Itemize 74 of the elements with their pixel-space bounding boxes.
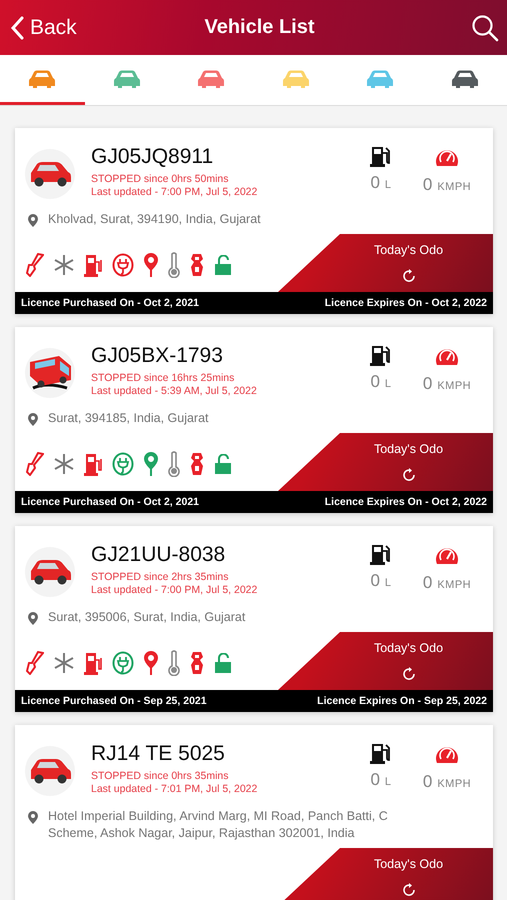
speed-unit: KMPH xyxy=(437,579,472,591)
location-pin-icon xyxy=(28,413,38,426)
vehicle-card[interactable] xyxy=(15,128,493,314)
address-text: Hotel Imperial Building, Arvind Marg, MI Road, Panch Batti, C Scheme, Ashok Nagar, Jaipur, Rajasthan 302001, India xyxy=(48,808,389,842)
vehicle-plate: RJ14 TE 5025 xyxy=(91,742,226,766)
licence-expires-text: Licence Expires On - Oct 2, 2022 xyxy=(324,496,487,508)
car-icon xyxy=(28,756,72,786)
location-pin-icon xyxy=(28,214,38,227)
last-updated-text: Last updated - 7:01 PM, Jul 5, 2022 xyxy=(91,783,258,796)
fuel-unit: L xyxy=(384,378,392,390)
back-chevron-icon xyxy=(10,16,24,40)
status-text: STOPPED since 16hrs 25mins xyxy=(91,372,236,385)
fuel-value: 0 xyxy=(370,372,380,392)
licence-purchased-text: Licence Purchased On - Oct 2, 2021 xyxy=(21,297,199,309)
refresh-icon[interactable] xyxy=(402,667,416,681)
car-icon xyxy=(450,68,480,88)
car-icon xyxy=(28,557,72,587)
todays-odo-panel[interactable]: Today's Odo xyxy=(278,234,493,292)
last-updated-text: Last updated - 7:00 PM, Jul 5, 2022 xyxy=(91,186,258,199)
fuel-value: 0 xyxy=(370,770,380,790)
licence-purchased-text: Licence Purchased On - Oct 2, 2021 xyxy=(21,496,199,508)
back-button[interactable]: Back xyxy=(10,16,110,40)
speed-unit: KMPH xyxy=(437,778,472,790)
speed-unit: KMPH xyxy=(437,181,472,193)
last-updated-text: Last updated - 7:00 PM, Jul 5, 2022 xyxy=(91,584,258,597)
speed-unit: KMPH xyxy=(437,380,472,392)
speed-value: 0 xyxy=(422,573,432,593)
car-icon xyxy=(112,68,142,88)
fuel-value: 0 xyxy=(370,571,380,591)
todays-odo-label: Today's Odo xyxy=(374,243,444,257)
speed-value: 0 xyxy=(422,374,432,394)
address-text: Kholvad, Surat, 394190, India, Gujarat xyxy=(48,211,261,228)
status-text: STOPPED since 2hrs 35mins xyxy=(91,571,230,584)
fuel-unit: L xyxy=(384,776,392,788)
licence-purchased-text: Licence Purchased On - Sep 25, 2021 xyxy=(21,695,207,707)
fuel-unit: L xyxy=(384,179,392,191)
todays-odo-label: Today's Odo xyxy=(374,641,444,655)
speed-value: 0 xyxy=(422,175,432,195)
fuel-pump-icon xyxy=(370,742,392,764)
vehicle-card[interactable] xyxy=(15,725,493,900)
vehicle-plate: GJ05JQ8911 xyxy=(91,145,214,169)
licence-expires-text: Licence Expires On - Sep 25, 2022 xyxy=(317,695,487,707)
car-icon xyxy=(27,68,58,88)
last-updated-text: Last updated - 5:39 AM, Jul 5, 2022 xyxy=(91,385,258,398)
car-icon xyxy=(28,159,72,189)
car-icon xyxy=(196,68,226,88)
address-text: Surat, 395006, Surat, India, Gujarat xyxy=(48,609,246,626)
licence-expires-text: Licence Expires On - Oct 2, 2022 xyxy=(324,297,487,309)
car-icon xyxy=(280,68,311,88)
todays-odo-label: Today's Odo xyxy=(374,442,444,456)
speed-value: 0 xyxy=(422,772,432,792)
status-text: STOPPED since 0hrs 50mins xyxy=(91,173,230,186)
location-pin-icon xyxy=(28,811,38,824)
search-icon[interactable] xyxy=(471,14,499,42)
vehicle-card[interactable] xyxy=(15,526,493,712)
fuel-value: 0 xyxy=(370,173,380,193)
vehicle-plate: GJ21UU-8038 xyxy=(91,543,226,567)
page-title: Vehicle List xyxy=(204,16,315,39)
fuel-pump-icon xyxy=(370,344,392,366)
vehicle-plate: GJ05BX-1793 xyxy=(91,344,224,368)
fuel-pump-icon xyxy=(370,543,392,565)
refresh-icon[interactable] xyxy=(402,269,416,283)
car-icon xyxy=(365,68,396,88)
refresh-icon[interactable] xyxy=(402,883,416,897)
todays-odo-label: Today's Odo xyxy=(374,857,444,871)
vehicle-card[interactable]: GJ05BX-1793 STOPPED since 16hrs 25mins Last updated - 5:39 AM, Jul 5, 2022 0 L 0 KMPH Surat, 394185, India, Gujarat Today's Odo Licence Purchased On - Oct 2, 2021 Licence Expires On - Oct 2, 2022 xyxy=(15,327,493,513)
address-text: Surat, 394185, India, Gujarat xyxy=(48,410,209,427)
location-pin-icon xyxy=(28,612,38,625)
fuel-unit: L xyxy=(384,577,392,589)
todays-odo-panel[interactable]: Today's Odo xyxy=(278,433,493,491)
fuel-pump-icon xyxy=(370,145,392,167)
refresh-icon[interactable] xyxy=(402,468,416,482)
status-text: STOPPED since 0hrs 35mins xyxy=(91,770,230,783)
todays-odo-panel[interactable]: Today's Odo xyxy=(278,632,493,690)
